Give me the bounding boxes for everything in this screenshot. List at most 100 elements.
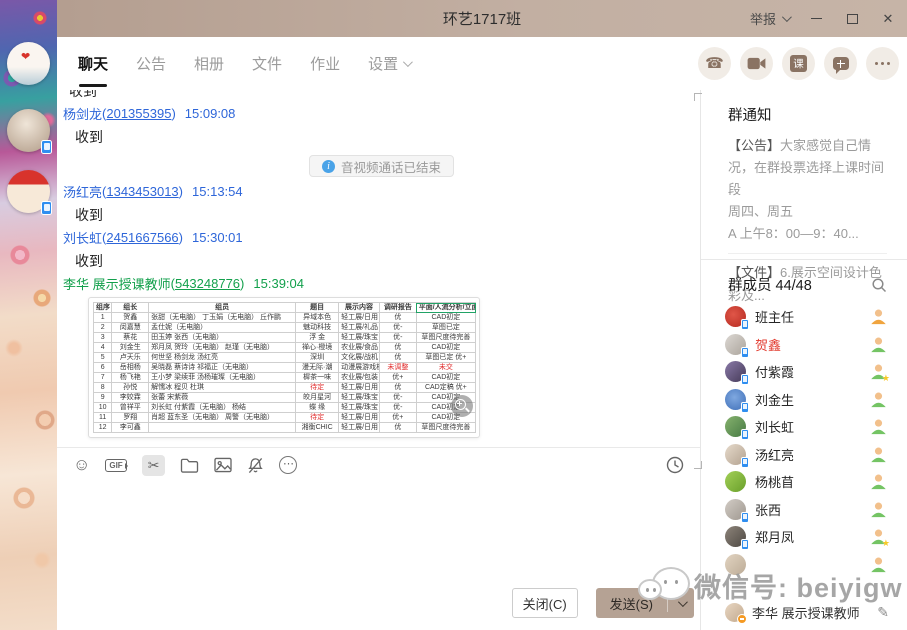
table-cell: 未交 [416,363,475,373]
sender-qq[interactable]: 543248776 [175,276,240,291]
gif-button[interactable]: GIF [105,453,126,477]
message-text: 收到 [63,251,700,269]
tab[interactable]: 公告 [136,37,166,90]
device-badge-icon [741,319,749,330]
group-members-section: 群成员 44/48 班主任 ★ [701,260,907,578]
table-row: 11罗翔肖超 蓝东圣（无电脑） 周警（无电脑）待定轻工展/日用优+CAD初定 [94,413,476,423]
member-level-icon: ★ [870,528,887,545]
member-row[interactable]: 付紫霞 ★ [701,358,907,386]
tab[interactable]: 设置 [368,37,410,90]
sender-name[interactable]: 刘长虹 [63,228,102,247]
close-chat-button[interactable]: 关闭(C) [512,588,578,618]
chat-avatar-3[interactable] [7,170,50,213]
member-level-icon: ★ [870,391,887,408]
member-row[interactable]: 贺鑫 ★ [701,331,907,359]
message-history-button[interactable] [666,453,684,477]
report-button[interactable]: 举报 [744,9,795,28]
sender-qq[interactable]: 2451667566 [106,230,178,245]
panel-splitter-handle[interactable] [694,461,702,469]
tab[interactable]: 相册 [194,37,224,90]
member-row[interactable]: ★ [701,551,907,579]
chevron-down-icon [403,57,413,67]
send-options-button[interactable] [668,600,694,607]
video-call-button[interactable] [740,47,773,80]
more-tools-button[interactable]: ⋯ [279,453,297,477]
maximize-button[interactable] [837,6,867,32]
table-cell: 7 [94,373,112,383]
class-tool-button[interactable]: 课 [782,47,815,80]
member-row[interactable]: 刘金生 ★ [701,386,907,414]
title-bar: 环艺1717班 举报 ✕ [57,0,907,37]
chat-avatar-2[interactable] [7,109,50,152]
table-cell: 蔡花 [112,333,149,343]
send-image-button[interactable] [214,453,232,477]
smiley-icon: ☺ [73,455,90,475]
chat-list-sidebar: ❤ [0,0,57,630]
table-cell: 轻工展/日用 [339,413,380,423]
send-file-button[interactable] [180,453,199,477]
table-cell: 草图尺度待完善 [416,333,475,343]
video-camera-icon [747,56,766,71]
zoom-in-icon[interactable] [451,395,473,417]
member-avatar [725,389,746,410]
table-cell: 李姣霖 [112,393,149,403]
member-row[interactable]: 郑月凤 ★ [701,523,907,551]
table-cell: 未调整 [379,363,416,373]
message-input[interactable] [57,482,700,586]
table-cell: 优- [379,393,416,403]
table-header-cell: 组长 [112,303,149,313]
table-cell: 蝶 缘 [296,403,339,413]
member-row[interactable]: 班主任 ★ [701,303,907,331]
member-row[interactable]: 汤红亮 ★ [701,441,907,469]
tab[interactable]: 聊天 [78,37,108,90]
member-row[interactable]: 刘长虹 ★ [701,413,907,441]
table-cell: 异域本色 [296,313,339,323]
close-window-button[interactable]: ✕ [873,6,903,32]
sender-name[interactable]: 李华 展示授课教师 [63,274,171,293]
table-cell: 轻工展/日用 [339,423,380,433]
screenshot-button[interactable]: ✂ [142,453,166,477]
table-cell: 文化展/战机 [339,353,380,363]
tab[interactable]: 作业 [310,37,340,90]
message-header: 李华 展示授课教师(543248776) 15:39:04 [63,275,700,292]
sender-qq[interactable]: 1343453013 [106,184,178,199]
panel-splitter-handle[interactable] [694,93,702,101]
group-notice-section[interactable]: 群通知 【公告】大家感觉自己情况，在群投票选择上课时间段 周四、周五 A 上午8… [701,90,907,259]
voice-call-button[interactable]: ☎ [698,47,731,80]
heart-icon: ❤ [21,50,30,63]
sender-name[interactable]: 杨剑龙 [63,104,102,123]
table-cell: 张甜（无电脑） 丁玉娟（无电脑） 丘作鹏 [149,313,296,323]
table-cell: 解懦冰 程贝 杜琪 [149,383,296,393]
sender-qq[interactable]: 201355395 [106,106,171,121]
member-avatar [725,416,746,437]
table-cell: 深圳 [296,353,339,363]
notice-item[interactable]: 【公告】大家感觉自己情况，在群投票选择上课时间段 周四、周五 A 上午8：00—… [728,135,887,245]
star-badge-icon: ★ [882,538,890,549]
tab-bar: 聊天 公告 相册 文件 作业 [57,37,907,91]
group-table: 组序组长组员题目展示内容调研报告平面/人流分析/立面 1贺鑫张甜（无电脑） 丁玉… [93,302,476,433]
emoji-button[interactable]: ☺ [73,453,90,477]
member-row[interactable]: 杨桃苜 ★ [701,468,907,496]
table-cell: 皎月星河 [296,393,339,403]
mute-notifications-button[interactable] [247,453,264,477]
search-icon[interactable] [871,277,887,293]
sender-name[interactable]: 汤红亮 [63,182,102,201]
member-avatar [725,499,746,520]
table-cell: 何世坚 杨剑龙 汤红亮 [149,353,296,363]
chat-avatar-1[interactable]: ❤ [7,42,50,85]
device-badge-icon [741,457,749,468]
member-row[interactable]: 张西 ★ [701,496,907,524]
tab[interactable]: 文件 [252,37,282,90]
more-actions-button[interactable] [866,47,899,80]
member-name: 付紫霞 [755,362,870,381]
edit-pencil-icon[interactable]: ✎ [877,604,889,621]
device-badge-icon [741,539,749,550]
minimize-button[interactable] [801,6,831,32]
feedback-button[interactable] [824,47,857,80]
image-message-group-table[interactable]: 组序组长组员题目展示内容调研报告平面/人流分析/立面 1贺鑫张甜（无电脑） 丁玉… [88,297,480,438]
message-area[interactable]: 收到 杨剑龙(201355395) 15:09:08 收到 i 音视频通话已结束… [57,90,700,447]
table-cell: 孟仕妮（无电脑） [149,323,296,333]
device-badge-icon [741,402,749,413]
send-button[interactable]: 发送(S) [596,588,694,618]
message-text: 收到 [63,205,700,223]
